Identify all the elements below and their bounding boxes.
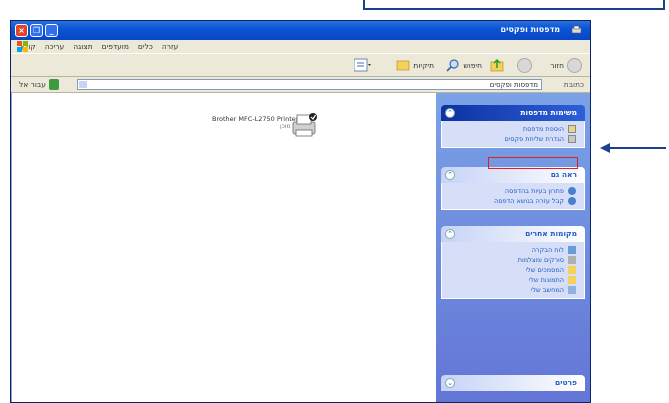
minimize-button[interactable]: _ <box>45 24 58 37</box>
window-title: מדפסות ופקסים <box>500 25 560 34</box>
printer-tasks-panel: משימות מדפסות ⌃ הוספת מדפסת הגדרת שליחת … <box>441 105 585 148</box>
address-label: כתובת <box>563 80 584 89</box>
menu-help[interactable]: עזרה <box>162 40 178 53</box>
control-panel-icon <box>568 246 576 254</box>
computer-icon <box>568 286 576 294</box>
details-header[interactable]: פרטים ⌄ <box>441 375 585 391</box>
see-also-title: ראה גם <box>550 170 577 179</box>
see-also-header[interactable]: ראה גם ⌃ <box>441 167 585 183</box>
control-panel-link[interactable]: לוח הבקרה <box>442 245 584 255</box>
address-value: מדפסות ופקסים <box>489 81 538 89</box>
address-input[interactable]: מדפסות ופקסים <box>77 79 542 90</box>
printer-tasks-body: הוספת מדפסת הגדרת שליחת פקסים <box>441 121 585 148</box>
printer-folder-icon <box>571 25 582 34</box>
setup-fax-link[interactable]: הגדרת שליחת פקסים <box>442 134 584 144</box>
other-places-panel: מקומות אחרים ⌃ לוח הבקרה סורקים ומצלמות … <box>441 226 585 299</box>
menu-bar: קובץ עריכה תצוגה מועדפים כלים עזרה <box>11 40 590 53</box>
back-arrow-icon <box>567 57 582 73</box>
details-panel: פרטים ⌄ <box>441 375 585 391</box>
details-title: פרטים <box>555 378 577 387</box>
search-button[interactable]: חיפוש <box>446 57 482 73</box>
close-button[interactable]: × <box>15 24 28 37</box>
restore-button[interactable]: ❐ <box>30 24 43 37</box>
back-label: חזור <box>550 60 564 70</box>
views-button[interactable] <box>354 57 372 73</box>
scanners-cameras-link[interactable]: סורקים ומצלמות <box>442 255 584 265</box>
printer-icon[interactable] <box>290 111 318 139</box>
address-dropdown-icon[interactable] <box>79 81 87 88</box>
control-panel-label: לוח הבקרה <box>531 246 564 254</box>
address-bar: כתובת מדפסות ופקסים עבור אל <box>11 77 590 93</box>
printing-help-label: קבל עזרה בנושא הדפסה <box>494 197 564 205</box>
help-icon <box>568 197 576 205</box>
window-controls: × ❐ _ <box>15 24 58 37</box>
other-places-title: מקומות אחרים <box>525 229 577 238</box>
menu-tools[interactable]: כלים <box>138 40 153 53</box>
fax-icon <box>568 135 576 143</box>
printer-status: מוכן <box>280 123 291 130</box>
expand-icon[interactable]: ⌄ <box>445 378 455 388</box>
file-view: Brother MFC-L2750 Printer מוכן <box>11 93 436 402</box>
menu-view[interactable]: תצוגה <box>73 40 92 53</box>
folder-icon <box>568 276 576 284</box>
my-pictures-link[interactable]: התמונות שלי <box>442 275 584 285</box>
highlight-box <box>488 157 578 169</box>
collapse-icon[interactable]: ⌃ <box>445 108 455 118</box>
folders-icon <box>397 60 410 71</box>
up-folder-button[interactable] <box>490 57 504 73</box>
help-icon <box>568 187 576 195</box>
printer-tasks-title: משימות מדפסות <box>520 108 577 117</box>
add-printer-label: הוספת מדפסת <box>522 125 564 133</box>
collapse-icon[interactable]: ⌃ <box>445 170 455 180</box>
my-documents-link[interactable]: המסמכים שלי <box>442 265 584 275</box>
views-icon <box>354 58 371 72</box>
annotation-bracket <box>363 0 665 10</box>
troubleshoot-printing-link[interactable]: פתרון בעיות בהדפסה <box>442 186 584 196</box>
setup-fax-label: הגדרת שליחת פקסים <box>504 135 564 143</box>
task-pane: משימות מדפסות ⌃ הוספת מדפסת הגדרת שליחת … <box>436 93 590 402</box>
windows-logo-icon <box>17 41 28 52</box>
go-arrow-icon[interactable] <box>49 79 59 90</box>
folders-button[interactable]: תיקיות <box>396 57 434 73</box>
printer-name: Brother MFC-L2750 Printer <box>212 115 299 123</box>
printing-help-link[interactable]: קבל עזרה בנושא הדפסה <box>442 196 584 206</box>
my-documents-label: המסמכים שלי <box>525 266 564 274</box>
title-bar[interactable]: × ❐ _ מדפסות ופקסים <box>11 21 590 40</box>
forward-button[interactable] <box>517 57 532 73</box>
scanner-icon <box>568 256 576 264</box>
other-places-body: לוח הבקרה סורקים ומצלמות המסמכים שלי התמ… <box>441 242 585 299</box>
search-icon <box>446 59 459 72</box>
troubleshoot-printing-label: פתרון בעיות בהדפסה <box>504 187 564 195</box>
my-computer-link[interactable]: המחשב שלי <box>442 285 584 295</box>
menu-favorites[interactable]: מועדפים <box>102 40 129 53</box>
menu-edit[interactable]: עריכה <box>45 40 64 53</box>
see-also-panel: ראה גם ⌃ פתרון בעיות בהדפסה קבל עזרה בנו… <box>441 167 585 210</box>
forward-arrow-icon <box>517 57 532 73</box>
my-computer-label: המחשב שלי <box>530 286 564 294</box>
collapse-icon[interactable]: ⌃ <box>445 229 455 239</box>
my-pictures-label: התמונות שלי <box>528 276 564 284</box>
up-folder-icon <box>490 58 504 72</box>
go-button[interactable]: עבור אל <box>19 80 46 89</box>
folder-icon <box>568 266 576 274</box>
printer-tasks-header[interactable]: משימות מדפסות ⌃ <box>441 105 585 121</box>
standard-toolbar: חזור חיפוש תיקיות <box>11 53 590 77</box>
back-button[interactable]: חזור <box>550 57 582 73</box>
scanners-cameras-label: סורקים ומצלמות <box>517 256 564 264</box>
search-label: חיפוש <box>463 60 482 70</box>
folders-label: תיקיות <box>413 60 434 70</box>
explorer-window: × ❐ _ מדפסות ופקסים קובץ עריכה תצוגה מוע… <box>10 20 591 403</box>
see-also-body: פתרון בעיות בהדפסה קבל עזרה בנושא הדפסה <box>441 183 585 210</box>
add-printer-icon <box>568 125 576 133</box>
add-printer-link[interactable]: הוספת מדפסת <box>442 124 584 134</box>
annotation-arrow <box>600 143 666 153</box>
other-places-header[interactable]: מקומות אחרים ⌃ <box>441 226 585 242</box>
